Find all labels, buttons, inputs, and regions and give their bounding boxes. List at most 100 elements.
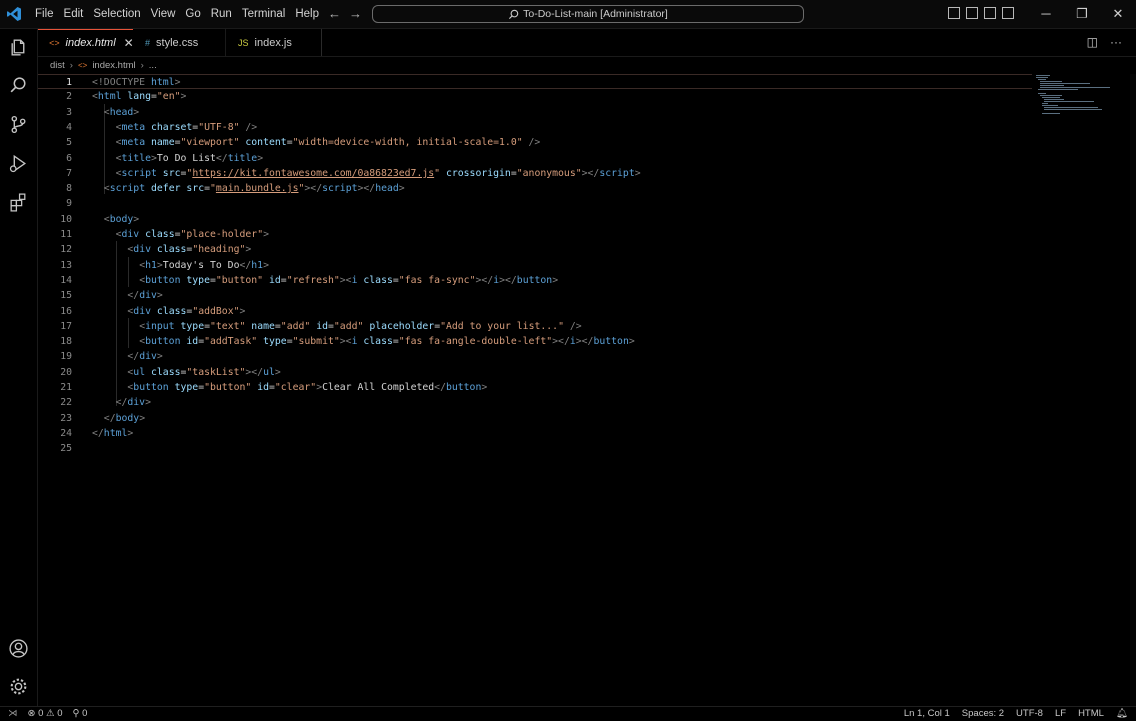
more-actions-icon[interactable]: ··· bbox=[1110, 35, 1122, 49]
code-text: </div> bbox=[127, 290, 163, 302]
toggle-primary-sidebar-icon[interactable] bbox=[948, 7, 960, 19]
html-file-icon: <> bbox=[77, 60, 88, 70]
menu-selection[interactable]: Selection bbox=[88, 8, 145, 20]
notifications-bell-icon[interactable]: 🔔︎ bbox=[1116, 708, 1128, 719]
code-line[interactable]: 2 <html lang="en"> bbox=[38, 89, 1032, 104]
minimap[interactable] bbox=[1032, 74, 1112, 114]
close-window-icon[interactable]: ✕ bbox=[1100, 0, 1136, 28]
customize-layout-icon[interactable] bbox=[1002, 7, 1014, 19]
code-line[interactable]: 25 bbox=[38, 441, 1032, 456]
code-line[interactable]: 9 bbox=[38, 196, 1032, 211]
menu-file[interactable]: File bbox=[30, 8, 59, 20]
code-editor[interactable]: 1 <!DOCTYPE html> 2 <html lang="en"> 3 <head… bbox=[38, 74, 1136, 706]
line-number: 4 bbox=[66, 121, 72, 133]
remote-indicator-icon[interactable]: ⋊ bbox=[8, 708, 18, 719]
manage-gear-icon[interactable] bbox=[8, 676, 29, 697]
activity-bar bbox=[0, 29, 38, 706]
code-line[interactable]: 1 <!DOCTYPE html> bbox=[38, 74, 1032, 89]
code-line[interactable]: 3 <head> bbox=[38, 105, 1032, 120]
line-number: 18 bbox=[60, 336, 72, 348]
source-control-icon[interactable] bbox=[8, 114, 29, 135]
menu-help[interactable]: Help bbox=[290, 8, 324, 20]
status-left: ⋊ ⊗ 0 ⚠ 0 ⚲ 0 bbox=[8, 708, 87, 719]
html-file-icon: <> bbox=[49, 38, 60, 48]
code-line[interactable]: 20 <ul class="taskList"></ul> bbox=[38, 365, 1032, 380]
run-and-debug-icon[interactable] bbox=[8, 153, 29, 174]
minimize-icon[interactable]: ─ bbox=[1028, 0, 1064, 28]
vertical-scrollbar[interactable] bbox=[1130, 74, 1136, 706]
minimap-line bbox=[1040, 87, 1110, 88]
code-line[interactable]: 5 <meta name="viewport" content="width=d… bbox=[38, 135, 1032, 150]
error-icon: ⊗ bbox=[27, 708, 36, 719]
code-line[interactable]: 8 <script defer src="main.bundle.js"></s… bbox=[38, 181, 1032, 196]
line-number: 8 bbox=[66, 183, 72, 195]
status-right: Ln 1, Col 1 Spaces: 2 UTF-8 LF HTML 🔔︎ bbox=[904, 708, 1128, 719]
code-line[interactable]: 10 <body> bbox=[38, 212, 1032, 227]
ports-icon: ⚲ bbox=[72, 708, 80, 719]
code-text: <div class="heading"> bbox=[127, 244, 252, 256]
status-bar: ⋊ ⊗ 0 ⚠ 0 ⚲ 0 Ln 1, Col 1 Spaces: 2 UTF-… bbox=[0, 706, 1136, 721]
menu-go[interactable]: Go bbox=[180, 8, 205, 20]
code-line[interactable]: 24 </html> bbox=[38, 426, 1032, 441]
minimap-line bbox=[1036, 75, 1050, 76]
minimap-line bbox=[1040, 81, 1062, 82]
line-number: 14 bbox=[60, 274, 72, 286]
language-mode[interactable]: HTML bbox=[1078, 708, 1104, 719]
code-line[interactable]: 17 <input type="text" name="add" id="add… bbox=[38, 319, 1032, 334]
explorer-icon[interactable] bbox=[8, 37, 29, 58]
code-text: <input type="text" name="add" id="add" p… bbox=[139, 320, 582, 332]
code-line[interactable]: 14 <button type="button" id="refresh"><i… bbox=[38, 273, 1032, 288]
code-line[interactable]: 18 <button id="addTask" type="submit"><i… bbox=[38, 334, 1032, 349]
code-line[interactable]: 16 <div class="addBox"> bbox=[38, 304, 1032, 319]
navigation-arrows: ← → bbox=[328, 6, 362, 21]
code-text: <meta name="viewport" content="width=dev… bbox=[115, 137, 541, 149]
code-text: </div> bbox=[127, 351, 163, 363]
ports-indicator[interactable]: ⚲ 0 bbox=[73, 708, 88, 719]
code-line[interactable]: 6 <title>To Do List</title> bbox=[38, 151, 1032, 166]
toggle-secondary-sidebar-icon[interactable] bbox=[984, 7, 996, 19]
code-text: <head> bbox=[103, 106, 140, 118]
code-line[interactable]: 22 </div> bbox=[38, 395, 1032, 410]
extensions-icon[interactable] bbox=[8, 192, 29, 213]
code-line[interactable]: 11 <div class="place-holder"> bbox=[38, 227, 1032, 242]
code-line[interactable]: 12 <div class="heading"> bbox=[38, 242, 1032, 257]
minimap-line bbox=[1042, 103, 1048, 104]
command-center[interactable]: To-Do-List-main [Administrator] bbox=[372, 5, 804, 23]
menu-edit[interactable]: Edit bbox=[59, 8, 89, 20]
back-arrow-icon[interactable]: ← bbox=[328, 6, 341, 21]
breadcrumb-file[interactable]: index.html bbox=[92, 60, 135, 71]
code-line[interactable]: 4 <meta charset="UTF-8" /> bbox=[38, 120, 1032, 135]
toggle-panel-icon[interactable] bbox=[966, 7, 978, 19]
breadcrumb-folder[interactable]: dist bbox=[50, 60, 65, 71]
code-text: <div class="addBox"> bbox=[127, 305, 246, 317]
tab-index-js[interactable]: JS index.js bbox=[226, 29, 322, 56]
code-line[interactable]: 19 </div> bbox=[38, 349, 1032, 364]
problems-indicator[interactable]: ⊗ 0 ⚠ 0 bbox=[28, 708, 63, 719]
menu-view[interactable]: View bbox=[146, 8, 181, 20]
line-number: 16 bbox=[60, 305, 72, 317]
code-line[interactable]: 13 <h1>Today's To Do</h1> bbox=[38, 258, 1032, 273]
menu-terminal[interactable]: Terminal bbox=[237, 8, 290, 20]
indentation[interactable]: Spaces: 2 bbox=[962, 708, 1004, 719]
code-line[interactable]: 15 </div> bbox=[38, 288, 1032, 303]
code-line[interactable]: 21 <button type="button" id="clear">Clea… bbox=[38, 380, 1032, 395]
split-editor-icon[interactable]: ◫ bbox=[1087, 35, 1098, 49]
end-of-line[interactable]: LF bbox=[1055, 708, 1066, 719]
code-line[interactable]: 7 <script src="https://kit.fontawesome.c… bbox=[38, 166, 1032, 181]
layout-controls bbox=[948, 7, 1014, 19]
vscode-logo-icon bbox=[7, 7, 21, 21]
code-text: <h1>Today's To Do</h1> bbox=[139, 259, 269, 271]
search-icon[interactable] bbox=[8, 75, 29, 96]
minimap-line bbox=[1038, 79, 1046, 80]
cursor-position[interactable]: Ln 1, Col 1 bbox=[904, 708, 950, 719]
accounts-icon[interactable] bbox=[8, 638, 29, 659]
tab-index-html[interactable]: <> index.html ✕ bbox=[38, 29, 134, 56]
forward-arrow-icon[interactable]: → bbox=[349, 6, 362, 21]
restore-icon[interactable]: ❐ bbox=[1064, 0, 1100, 28]
code-line[interactable]: 23 </body> bbox=[38, 411, 1032, 426]
tab-style-css[interactable]: # style.css bbox=[133, 29, 226, 56]
breadcrumb-symbol[interactable]: ... bbox=[149, 60, 157, 71]
encoding[interactable]: UTF-8 bbox=[1016, 708, 1043, 719]
line-number: 5 bbox=[66, 137, 72, 149]
menu-run[interactable]: Run bbox=[206, 8, 237, 20]
